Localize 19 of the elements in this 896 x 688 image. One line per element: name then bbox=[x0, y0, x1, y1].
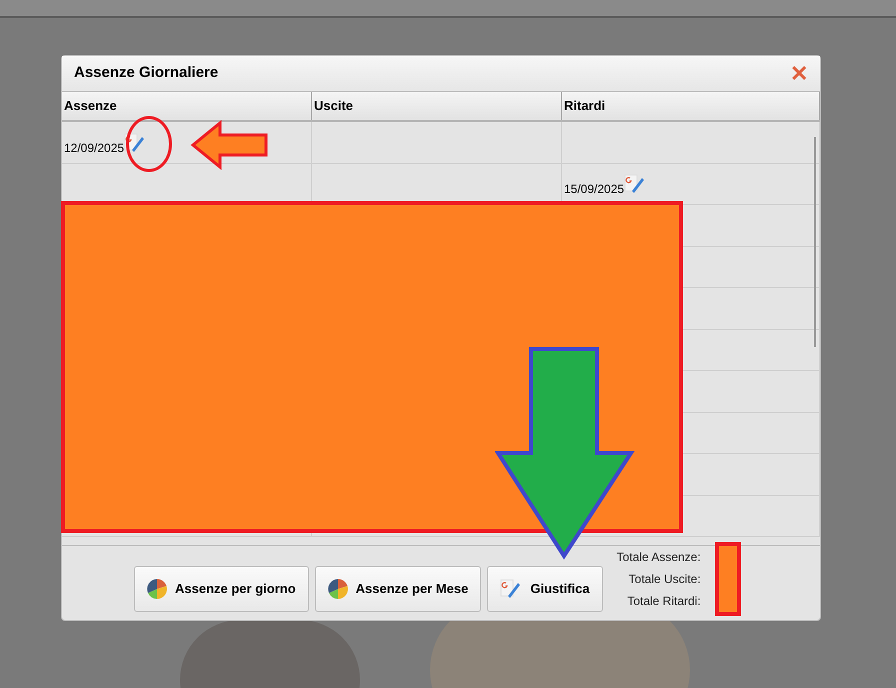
pie-chart-icon bbox=[328, 579, 348, 599]
scrollbar[interactable] bbox=[814, 137, 816, 347]
column-header[interactable]: Assenze bbox=[62, 92, 312, 120]
note-pencil-icon bbox=[500, 579, 522, 599]
circle-mark bbox=[126, 116, 172, 172]
total-label: Totale Ritardi: bbox=[627, 593, 701, 610]
note-pencil-icon bbox=[124, 132, 146, 152]
window-title: Assenze Giornaliere bbox=[74, 63, 218, 84]
total-label: Totale Uscite: bbox=[628, 571, 701, 588]
toolbar-button[interactable]: Assenze per Mese bbox=[314, 566, 482, 612]
note-pencil-icon bbox=[624, 174, 646, 194]
toolbar-button[interactable]: Assenze per giorno bbox=[134, 566, 309, 612]
toolbar-button[interactable]: Giustifica bbox=[487, 566, 603, 612]
date-cell-text: 15/09/2025 bbox=[564, 181, 624, 198]
column-header[interactable]: Uscite bbox=[312, 92, 562, 120]
date-cell-text: 12/09/2025 bbox=[64, 140, 124, 156]
pie-chart-icon bbox=[147, 579, 167, 599]
total-label: Totale Assenze: bbox=[616, 549, 701, 566]
column-header[interactable]: Ritardi bbox=[562, 92, 820, 120]
